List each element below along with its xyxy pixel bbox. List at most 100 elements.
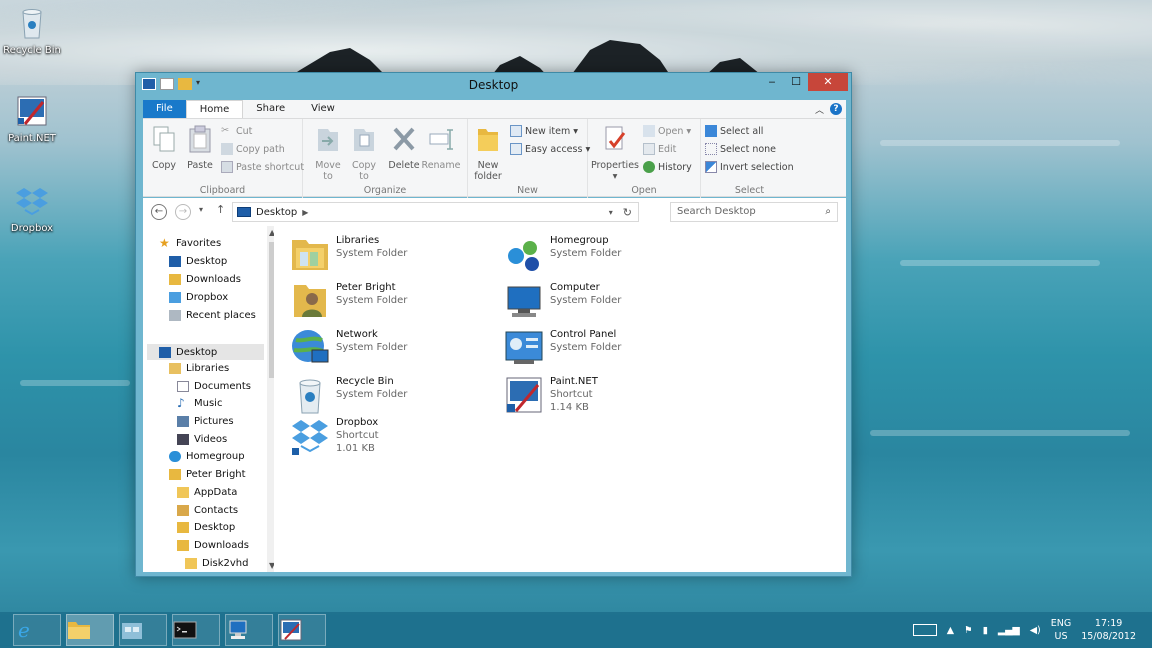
nav-label: Desktop	[194, 522, 236, 533]
desktop-location-icon	[237, 207, 251, 217]
tab-share[interactable]: Share	[243, 100, 298, 118]
copy-to-button[interactable]: Copy to	[347, 125, 381, 182]
help-icon[interactable]: ?	[830, 103, 842, 115]
power-icon[interactable]: ▮	[983, 625, 988, 636]
nav-contacts[interactable]: Contacts	[177, 505, 238, 516]
nav-user[interactable]: Peter Bright	[169, 469, 246, 480]
nav-fav-dropbox[interactable]: Dropbox	[169, 292, 228, 303]
back-button[interactable]: ←	[151, 204, 167, 220]
properties-button[interactable]: Properties ▾	[590, 125, 640, 182]
taskbar: e ▲ ⚑ ▮ ▂▄▆ ◀) ENG US 17:19 15/08/2012	[0, 612, 1152, 648]
select-all-button[interactable]: Select all	[705, 125, 763, 137]
item-name: Control Panel	[550, 329, 617, 340]
up-button[interactable]: ↑	[216, 203, 225, 216]
nav-disk2vhd[interactable]: Disk2vhd	[185, 558, 248, 569]
nav-homegroup[interactable]: Homegroup	[169, 451, 245, 462]
taskbar-windows-store[interactable]	[119, 614, 167, 646]
minimize-button[interactable]: ‒	[760, 73, 784, 91]
collapse-ribbon-icon[interactable]: ︿	[815, 103, 824, 116]
nav-fav-recent-places[interactable]: Recent places	[169, 310, 256, 321]
rename-icon	[429, 129, 453, 150]
desktop-icon	[169, 256, 181, 267]
cut-label: Cut	[236, 125, 253, 137]
show-hidden-icons[interactable]: ▲	[947, 625, 954, 636]
nav-label: Videos	[194, 434, 228, 445]
keyboard-icon[interactable]	[912, 624, 937, 636]
nav-favorites[interactable]: ★ Favorites	[159, 237, 221, 249]
address-bar[interactable]: Desktop ▶ ▾ ↻	[232, 202, 639, 222]
network-signal-icon[interactable]: ▂▄▆	[998, 625, 1020, 636]
rename-button[interactable]: Rename	[421, 125, 461, 171]
search-input[interactable]: Search Desktop ⌕	[670, 202, 838, 222]
tab-file[interactable]: File	[143, 100, 186, 118]
new-folder-button[interactable]: New folder	[472, 125, 504, 182]
new-item-button[interactable]: New item ▾	[510, 125, 578, 137]
file-item-network[interactable]: Network System Folder	[290, 328, 407, 368]
select-none-button[interactable]: Select none	[705, 143, 776, 155]
window-title: Desktop	[468, 78, 519, 92]
action-center-flag-icon[interactable]: ⚑	[964, 625, 973, 636]
taskbar-command-prompt[interactable]	[172, 614, 220, 646]
file-item-dropbox[interactable]: Dropbox Shortcut 1.01 KB	[290, 416, 379, 456]
desktop-icon-dropbox[interactable]: Dropbox	[0, 184, 64, 234]
recent-locations-icon[interactable]: ▾	[199, 205, 203, 214]
file-item-homegroup[interactable]: Homegroup System Folder	[504, 234, 621, 274]
clock[interactable]: 17:19 15/08/2012	[1081, 617, 1136, 643]
taskbar-file-explorer[interactable]	[66, 614, 114, 646]
item-type: System Folder	[550, 342, 622, 353]
chevron-right-icon[interactable]: ▶	[302, 208, 308, 217]
tab-home[interactable]: Home	[185, 100, 244, 118]
nav-fav-downloads[interactable]: Downloads	[169, 274, 241, 285]
move-to-button[interactable]: Move to	[311, 125, 345, 182]
history-button[interactable]: History	[643, 161, 692, 173]
search-icon[interactable]: ⌕	[825, 203, 831, 221]
item-type: System Folder	[336, 389, 408, 400]
file-item-paint-net[interactable]: Paint.NET Shortcut 1.14 KB	[504, 375, 598, 415]
downloads-icon	[177, 540, 189, 551]
desktop-icon-paint-net[interactable]: Paint.NET	[0, 94, 64, 144]
new-group: New folder New item ▾ Easy access ▾ New	[468, 119, 590, 198]
title-bar[interactable]: ▾ Desktop ‒ ☐ ✕	[136, 73, 851, 97]
desktop-icon-recycle-bin[interactable]: Recycle Bin	[0, 6, 64, 56]
taskbar-paint-net[interactable]	[278, 614, 326, 646]
open-button[interactable]: Open ▾	[643, 125, 691, 137]
paste-shortcut-button[interactable]: Paste shortcut	[221, 161, 304, 173]
file-item-recycle-bin[interactable]: Recycle Bin System Folder	[290, 375, 407, 415]
maximize-button[interactable]: ☐	[784, 73, 808, 91]
nav-pictures[interactable]: Pictures	[177, 416, 234, 427]
nav-music[interactable]: ♪ Music	[177, 397, 222, 409]
address-location[interactable]: Desktop	[256, 207, 297, 218]
nav-documents[interactable]: Documents	[177, 381, 251, 392]
cut-button[interactable]: ✂ Cut	[221, 125, 252, 137]
nav-scrollbar[interactable]: ▲ ▼	[267, 226, 274, 572]
copy-button[interactable]: Copy	[149, 125, 179, 171]
file-item-computer[interactable]: Computer System Folder	[504, 281, 621, 321]
file-item-control-panel[interactable]: Control Panel System Folder	[504, 328, 621, 368]
delete-button[interactable]: Delete	[387, 125, 421, 171]
copy-path-button[interactable]: Copy path	[221, 143, 285, 155]
file-item-peter-bright[interactable]: Peter Bright System Folder	[290, 281, 407, 321]
refresh-icon[interactable]: ↻	[623, 206, 632, 219]
nav-videos[interactable]: Videos	[177, 434, 227, 445]
taskbar-remote-desktop[interactable]	[225, 614, 273, 646]
paste-button[interactable]: Paste	[183, 125, 217, 171]
volume-icon[interactable]: ◀)	[1030, 625, 1041, 636]
easy-access-button[interactable]: Easy access ▾	[510, 143, 590, 155]
close-button[interactable]: ✕	[808, 73, 848, 91]
taskbar-internet-explorer[interactable]: e	[13, 614, 61, 646]
address-dropdown-icon[interactable]: ▾	[609, 208, 613, 217]
forward-button[interactable]: →	[175, 204, 191, 220]
nav-user-downloads[interactable]: Downloads	[177, 540, 249, 551]
nav-label: Disk2vhd	[202, 558, 249, 569]
file-item-libraries[interactable]: Libraries System Folder	[290, 234, 407, 274]
nav-fav-desktop[interactable]: Desktop	[169, 256, 227, 267]
edit-button[interactable]: Edit	[643, 143, 676, 155]
nav-libraries[interactable]: Libraries	[169, 363, 229, 374]
invert-selection-button[interactable]: Invert selection	[705, 161, 794, 173]
nav-user-desktop[interactable]: Desktop	[177, 522, 235, 533]
tab-view[interactable]: View	[298, 100, 348, 118]
desktop-icon	[159, 346, 171, 358]
input-language[interactable]: ENG US	[1051, 617, 1071, 643]
nav-desktop[interactable]: Desktop	[147, 344, 264, 360]
nav-appdata[interactable]: AppData	[177, 487, 237, 498]
